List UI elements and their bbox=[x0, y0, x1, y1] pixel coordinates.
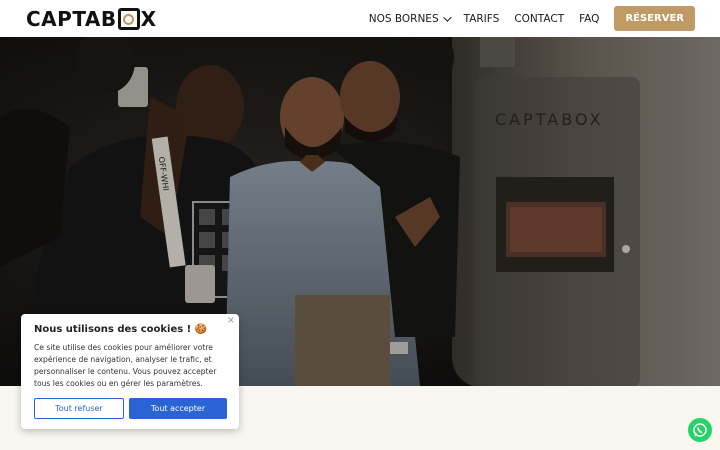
captabox-logo[interactable]: CAPTAB X bbox=[26, 6, 157, 32]
nav-tarifs[interactable]: TARIFS bbox=[464, 13, 500, 25]
logo-text-left: CAPTAB bbox=[26, 7, 117, 31]
nav-contact[interactable]: CONTACT bbox=[514, 13, 564, 25]
cookie-banner: × Nous utilisons des cookies ! 🍪 Ce site… bbox=[21, 314, 239, 429]
logo-camera-icon bbox=[117, 8, 140, 30]
cookie-close-button[interactable]: × bbox=[227, 315, 235, 326]
nav-faq[interactable]: FAQ bbox=[579, 13, 599, 25]
reserve-button[interactable]: RÉSERVER bbox=[614, 6, 695, 31]
whatsapp-icon[interactable] bbox=[688, 418, 712, 442]
cookie-text: Ce site utilise des cookies pour amélior… bbox=[34, 343, 217, 388]
nav-nos-bornes-label: NOS BORNES bbox=[368, 12, 439, 25]
logo-text-right: X bbox=[140, 7, 157, 31]
cookie-title: Nous utilisons des cookies ! 🍪 bbox=[34, 324, 208, 335]
nav-nos-bornes[interactable]: NOS BORNES bbox=[368, 12, 452, 25]
accept-all-button[interactable]: Tout accepter bbox=[129, 398, 227, 419]
whatsapp-glyph bbox=[693, 423, 707, 437]
main-nav: NOS BORNES TARIFS CONTACT FAQ RÉSERVER bbox=[369, 0, 720, 37]
refuse-all-button[interactable]: Tout refuser bbox=[34, 398, 124, 419]
chevron-down-icon bbox=[442, 12, 452, 22]
site-header: CAPTAB X NOS BORNES TARIFS CONTACT FAQ R… bbox=[0, 0, 720, 37]
